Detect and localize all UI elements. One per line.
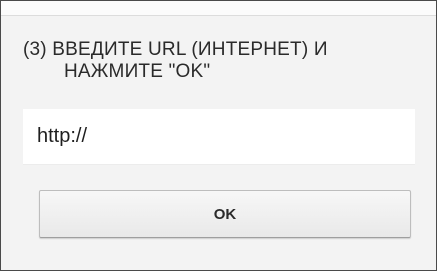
ok-button[interactable]: OK	[39, 190, 411, 238]
url-input[interactable]	[23, 109, 415, 165]
instruction-line-2: НАЖМИТЕ "OK"	[64, 61, 211, 82]
url-dialog: (3) ВВЕДИТЕ URL (ИНТЕРНЕТ) И НАЖМИТЕ "OK…	[0, 0, 437, 271]
instruction-line-1: (3) ВВЕДИТЕ URL (ИНТЕРНЕТ) И	[23, 39, 328, 60]
dialog-top-bar	[1, 1, 436, 16]
dialog-instruction: (3) ВВЕДИТЕ URL (ИНТЕРНЕТ) И НАЖМИТЕ "OK…	[23, 39, 423, 83]
